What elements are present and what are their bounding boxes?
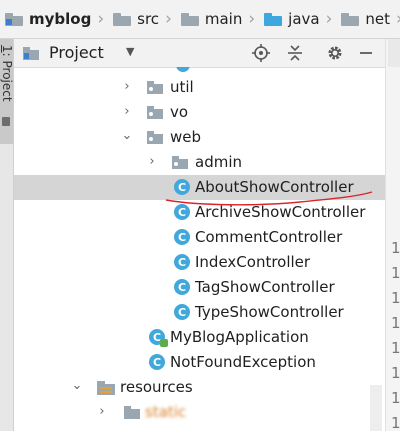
tree-item-vo[interactable]: › vo — [14, 100, 385, 125]
folder-icon — [124, 406, 140, 419]
breadcrumb-item-net[interactable]: net › — [336, 0, 400, 38]
tree-item-indexcontroller[interactable]: C IndexController — [14, 250, 385, 275]
breadcrumb-item-src[interactable]: src › — [108, 0, 176, 38]
line-number: 1 — [391, 239, 400, 257]
tree-item-tagshowcontroller[interactable]: C TagShowController — [14, 275, 385, 300]
class-icon: C — [174, 204, 190, 220]
chevron-right-icon: › — [97, 9, 105, 29]
project-tree: › util › vo ⌄ web › admin C AboutShowCon… — [14, 67, 385, 431]
project-tab-icon — [2, 117, 10, 126]
line-number: 1 — [391, 339, 400, 357]
tree-item-resources[interactable]: ⌄ resources — [14, 375, 385, 400]
gear-icon[interactable] — [324, 42, 346, 64]
class-icon: C — [149, 354, 165, 370]
chevron-right-icon: › — [165, 9, 172, 29]
package-icon — [172, 156, 188, 169]
chevron-right-icon: › — [325, 9, 333, 29]
tree-item-static[interactable]: › static — [14, 400, 385, 425]
package-icon — [147, 106, 163, 119]
project-tab-label: : Project — [0, 52, 14, 102]
tree-item-web[interactable]: ⌄ web — [14, 125, 385, 150]
minus-icon[interactable] — [355, 42, 377, 64]
class-icon: C — [174, 229, 190, 245]
breadcrumb-item-myblog[interactable]: myblog › — [0, 0, 108, 38]
project-tool-tab[interactable]: 1: Project — [0, 39, 14, 144]
folder-icon — [113, 12, 132, 26]
resources-folder-icon — [97, 381, 115, 395]
source-folder-icon — [264, 12, 283, 26]
folder-icon — [341, 12, 360, 26]
tree-item-myblogapplication[interactable]: C MyBlogApplication — [14, 325, 385, 350]
line-number: 1 — [391, 289, 400, 307]
class-icon: C — [174, 279, 190, 295]
breadcrumb: myblog › src › main › java › net › zl — [0, 0, 400, 39]
project-panel-header: Project ▼ — [14, 39, 386, 68]
line-number: 1 — [391, 389, 400, 407]
breadcrumb-item-main[interactable]: main › — [176, 0, 259, 38]
tree-item-commentcontroller[interactable]: C CommentController — [14, 225, 385, 250]
chevron-down-icon[interactable]: ▼ — [126, 45, 134, 58]
breadcrumb-item-java[interactable]: java › — [259, 0, 336, 38]
chevron-right-icon: › — [248, 9, 256, 29]
project-tab-number: 1 — [0, 45, 14, 53]
line-number: 1 — [391, 364, 400, 382]
tree-item-notfoundexception[interactable]: C NotFoundException — [14, 350, 385, 375]
class-icon: C — [174, 254, 190, 270]
line-number: 1 — [391, 314, 400, 332]
tree-item-util[interactable]: › util — [14, 75, 385, 100]
class-icon: C — [174, 304, 190, 320]
tree-item-aboutshowcontroller[interactable]: C AboutShowController — [14, 175, 385, 200]
spring-app-class-icon: C — [149, 329, 168, 347]
collapse-icon[interactable] — [284, 42, 306, 64]
line-number: 1 — [391, 264, 400, 282]
folder-icon — [180, 12, 199, 26]
project-view-selector[interactable]: Project — [49, 43, 104, 62]
class-icon: C — [174, 179, 190, 195]
chevron-right-icon[interactable]: › — [120, 104, 134, 119]
chevron-right-icon[interactable]: › — [95, 404, 109, 419]
tree-item-typeshowcontroller[interactable]: C TypeShowController — [14, 300, 385, 325]
chevron-down-icon[interactable]: ⌄ — [70, 378, 84, 393]
class-icon — [176, 67, 190, 72]
vertical-scrollbar[interactable] — [370, 385, 382, 431]
chevron-down-icon[interactable]: ⌄ — [120, 128, 134, 143]
chevron-right-icon[interactable]: › — [120, 79, 134, 94]
tree-item-archiveshowcontroller[interactable]: C ArchiveShowController — [14, 200, 385, 225]
package-icon — [147, 131, 163, 144]
chevron-right-icon: › — [396, 9, 400, 29]
package-icon — [147, 81, 163, 94]
line-number: 1 — [391, 414, 400, 432]
chevron-right-icon[interactable]: › — [145, 154, 159, 169]
crosshair-icon[interactable] — [250, 42, 272, 64]
project-folder-icon — [5, 12, 23, 26]
tree-item-admin[interactable]: › admin — [14, 150, 385, 175]
project-folder-icon — [23, 47, 39, 60]
